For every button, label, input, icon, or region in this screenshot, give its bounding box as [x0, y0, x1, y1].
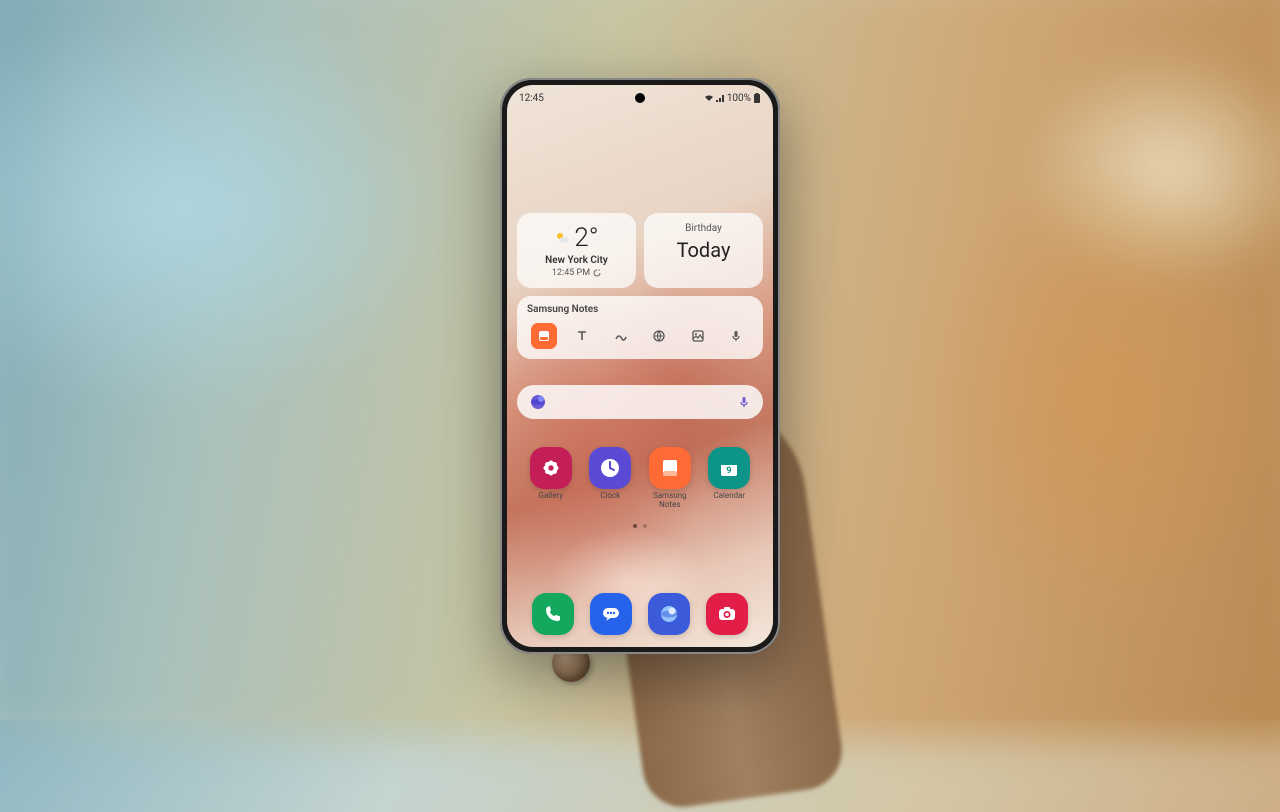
messages-app[interactable]	[590, 593, 632, 635]
weather-icon	[554, 231, 570, 245]
app-label: Clock	[600, 492, 620, 501]
app-label: Gallery	[539, 492, 564, 501]
phone-frame: 12:45 100%	[500, 78, 780, 654]
weather-widget[interactable]: 2° New York City 12:45 PM	[517, 213, 636, 288]
pen-note-button[interactable]	[608, 323, 634, 349]
status-bar: 12:45 100%	[507, 85, 773, 105]
status-time: 12:45	[519, 93, 544, 104]
image-note-button[interactable]	[685, 323, 711, 349]
notes-widget[interactable]: Samsung Notes	[517, 296, 763, 359]
signal-icon	[716, 94, 725, 102]
weather-temp: 2°	[574, 223, 598, 253]
refresh-icon	[593, 269, 601, 277]
battery-icon	[753, 93, 761, 103]
camera-app[interactable]	[706, 593, 748, 635]
weather-time: 12:45 PM	[552, 268, 590, 278]
phone-app[interactable]	[532, 593, 574, 635]
dock	[507, 593, 773, 635]
weather-city: New York City	[525, 255, 628, 266]
search-bar[interactable]	[517, 385, 763, 419]
search-input[interactable]	[547, 395, 737, 409]
new-note-button[interactable]	[531, 323, 557, 349]
app-label: Calendar	[713, 492, 745, 501]
voice-note-button[interactable]	[723, 323, 749, 349]
calendar-day: Today	[652, 238, 755, 262]
gallery-app[interactable]: Gallery	[525, 447, 577, 510]
text-note-button[interactable]	[569, 323, 595, 349]
battery-text: 100%	[727, 93, 751, 104]
calendar-app[interactable]: 9 Calendar	[704, 447, 756, 510]
calendar-widget[interactable]: Birthday Today	[644, 213, 763, 288]
mic-icon[interactable]	[737, 395, 751, 409]
calendar-event-label: Birthday	[652, 223, 755, 234]
svg-text:9: 9	[727, 466, 732, 476]
clock-app[interactable]: Clock	[585, 447, 637, 510]
home-screen[interactable]: 12:45 100%	[507, 85, 773, 647]
app-label: Samsung Notes	[645, 492, 695, 510]
samsung-notes-app[interactable]: Samsung Notes	[644, 447, 696, 510]
link-note-button[interactable]	[646, 323, 672, 349]
wifi-icon	[704, 94, 714, 102]
internet-app[interactable]	[648, 593, 690, 635]
notes-title: Samsung Notes	[527, 304, 753, 315]
browser-search-icon	[529, 393, 547, 411]
